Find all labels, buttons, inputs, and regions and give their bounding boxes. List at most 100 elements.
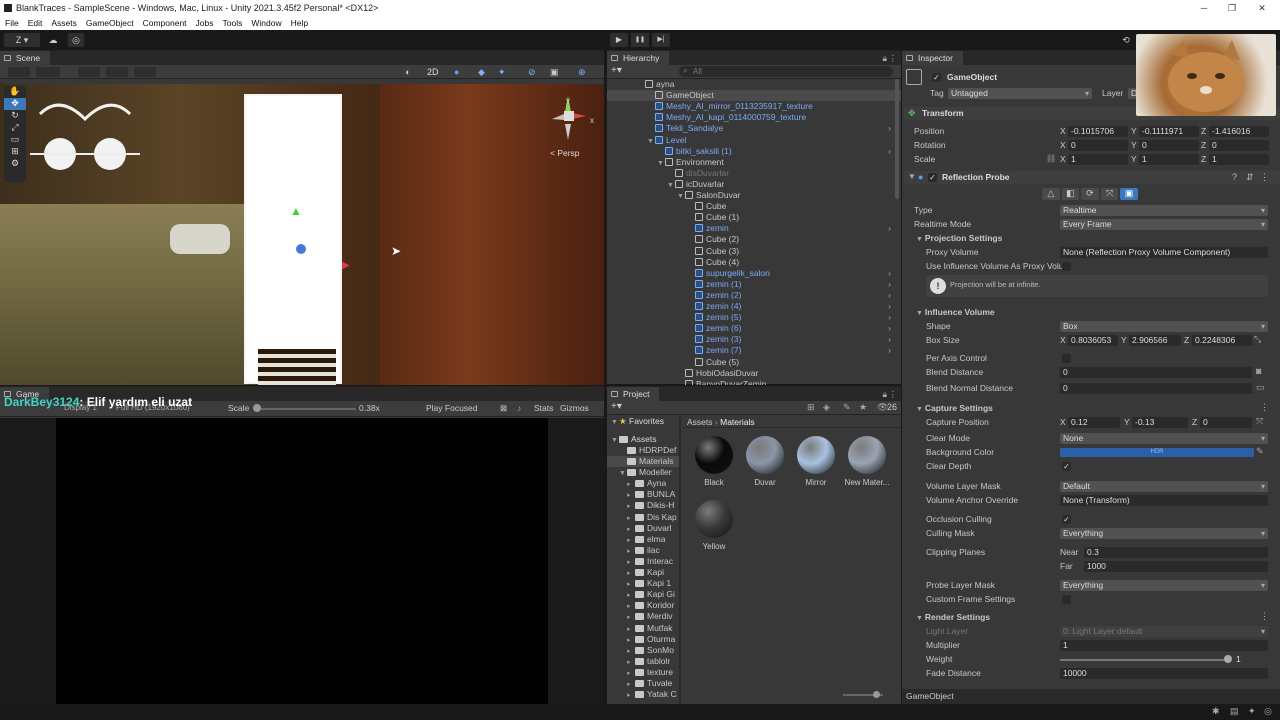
- box-size-x[interactable]: 0.8036053: [1068, 335, 1118, 346]
- weight-value[interactable]: 1: [1236, 653, 1241, 665]
- folder-arrow-icon[interactable]: ▸: [627, 624, 635, 635]
- hierarchy-row[interactable]: zemin (5) ›: [607, 312, 901, 323]
- folder-arrow-icon[interactable]: ▼: [619, 468, 627, 479]
- hierarchy-row[interactable]: Cube: [607, 201, 901, 212]
- play-focused-dropdown[interactable]: Play Focused: [426, 403, 478, 413]
- stats-button[interactable]: Stats: [534, 403, 553, 413]
- proxy-volume-field[interactable]: None (Reflection Proxy Volume Component): [1060, 247, 1268, 258]
- status-progress-icon[interactable]: ▤: [1230, 706, 1239, 717]
- hierarchy-row[interactable]: ▼ Environment: [607, 157, 901, 168]
- position-x[interactable]: -0.1015706: [1068, 126, 1128, 137]
- menu-component[interactable]: Component: [138, 16, 191, 30]
- render-mode-dropdown[interactable]: [36, 67, 60, 77]
- open-prefab-icon[interactable]: ›: [888, 146, 891, 157]
- project-folder-item[interactable]: ▸ Kapi Gi: [607, 589, 679, 600]
- lock-icon[interactable]: 🔒︎: [882, 51, 887, 65]
- project-folder-item[interactable]: ▸ Tuvale: [607, 678, 679, 689]
- favorite-icon[interactable]: ★: [859, 402, 867, 413]
- scale-slider-thumb[interactable]: [253, 404, 261, 412]
- position-y[interactable]: -0.1111971: [1139, 126, 1199, 137]
- capture-menu-icon[interactable]: ⋮: [1260, 402, 1269, 413]
- rotate-tool-icon[interactable]: ↻: [4, 110, 26, 122]
- light-layer-dropdown[interactable]: 0: Light Layer default: [1060, 626, 1268, 637]
- effects-icon[interactable]: ✦: [498, 67, 512, 77]
- open-prefab-icon[interactable]: ›: [888, 223, 891, 234]
- cloud-icon[interactable]: ☁: [46, 33, 60, 47]
- projection-settings-header[interactable]: ▼ Projection Settings: [916, 232, 1002, 246]
- blend-normal-edit-icon[interactable]: ▭: [1256, 382, 1265, 393]
- rotation-z[interactable]: 0: [1209, 140, 1269, 151]
- shape-dropdown[interactable]: Box: [1060, 321, 1268, 332]
- minimize-button[interactable]: ─: [1192, 0, 1216, 16]
- 2d-toggle[interactable]: 2D: [427, 67, 445, 77]
- menu-window[interactable]: Window: [246, 16, 285, 30]
- folder-arrow-icon[interactable]: ▸: [627, 635, 635, 646]
- material-thumbnail[interactable]: [797, 436, 835, 474]
- status-debug-icon[interactable]: ✱: [1212, 706, 1220, 717]
- open-prefab-icon[interactable]: ›: [888, 301, 891, 312]
- custom-tool-icon[interactable]: ⚙: [4, 158, 26, 170]
- clear-mode-dropdown[interactable]: None: [1060, 433, 1268, 444]
- capture-x[interactable]: 0.12: [1068, 417, 1120, 428]
- move-x-handle[interactable]: ▶: [342, 260, 352, 271]
- volume-layer-mask-dropdown[interactable]: Default: [1060, 481, 1268, 492]
- move-center-handle[interactable]: [296, 244, 306, 254]
- open-prefab-icon[interactable]: ›: [888, 290, 891, 301]
- capture-edit-icon[interactable]: ⤧: [1256, 416, 1263, 427]
- material-thumbnail[interactable]: [746, 436, 784, 474]
- hierarchy-scrollbar[interactable]: [895, 79, 899, 199]
- project-folder-item[interactable]: ▸ Merdiv: [607, 611, 679, 622]
- project-folder-item[interactable]: ▸ Ayna: [607, 478, 679, 489]
- culling-mask-dropdown[interactable]: Everything: [1060, 528, 1268, 539]
- open-prefab-icon[interactable]: ›: [888, 334, 891, 345]
- clear-depth-checkbox[interactable]: ✓: [1062, 462, 1071, 471]
- edit-capture-icon[interactable]: ⤧: [1100, 188, 1119, 200]
- type-dropdown[interactable]: Realtime: [1060, 205, 1268, 216]
- menu-file[interactable]: File: [0, 16, 23, 30]
- gizmos-icon[interactable]: ⊕: [578, 67, 598, 77]
- mute-icon[interactable]: ⊠: [500, 403, 507, 414]
- audio-toggle-icon[interactable]: ♪: [517, 403, 521, 413]
- render-menu-icon[interactable]: ⋮: [1260, 611, 1269, 622]
- project-folder-item[interactable]: ▸ Oturma: [607, 634, 679, 645]
- transform-tool-icon[interactable]: ⊞: [4, 146, 26, 158]
- probe-enabled-checkbox[interactable]: ✓: [928, 173, 937, 182]
- capture-z[interactable]: 0: [1200, 417, 1252, 428]
- hierarchy-row[interactable]: zemin ›: [607, 223, 901, 234]
- position-z[interactable]: -1.416016: [1209, 126, 1269, 137]
- project-folder-item[interactable]: ▸ Yatak C: [607, 689, 679, 700]
- project-folder-item[interactable]: ▸ Mutfak: [607, 623, 679, 634]
- draw-mode-dropdown[interactable]: [8, 67, 30, 77]
- perspective-label[interactable]: < Persp: [550, 148, 580, 158]
- hierarchy-row[interactable]: Meshy_AI_kapi_0114000759_texture: [607, 112, 901, 123]
- play-button[interactable]: ▶: [610, 33, 628, 47]
- close-button[interactable]: ✕: [1250, 0, 1274, 16]
- menu-assets[interactable]: Assets: [46, 16, 81, 30]
- icon-size-thumb[interactable]: [873, 691, 880, 698]
- hierarchy-row[interactable]: zemin (6) ›: [607, 323, 901, 334]
- multiplier-field[interactable]: 1: [1060, 640, 1268, 651]
- hierarchy-row[interactable]: disDuvarlar: [607, 168, 901, 179]
- favorites-label[interactable]: Favorites: [629, 416, 664, 426]
- hierarchy-row[interactable]: Meshy_AI_mirror_0113235917_texture: [607, 101, 901, 112]
- capture-settings-header[interactable]: ▼ Capture Settings: [916, 402, 993, 416]
- material-thumbnail[interactable]: [695, 500, 733, 538]
- open-prefab-icon[interactable]: ›: [888, 279, 891, 290]
- project-folder-item[interactable]: ▸ SonMo: [607, 645, 679, 656]
- constrain-proportions-icon[interactable]: ⛓: [1046, 154, 1056, 163]
- kebab-menu-icon[interactable]: ⋮: [889, 51, 898, 65]
- project-folder-item[interactable]: ▸ tablolr: [607, 656, 679, 667]
- hierarchy-row[interactable]: HobiOdasiDuvar: [607, 368, 901, 379]
- help-icon[interactable]: ?: [1232, 172, 1237, 182]
- project-folder-item[interactable]: ▼ Modeller: [607, 467, 679, 478]
- project-folder-item[interactable]: ▸ elma: [607, 534, 679, 545]
- eyedropper-icon[interactable]: ✎: [1256, 446, 1264, 457]
- use-influence-checkbox[interactable]: [1062, 262, 1071, 271]
- influence-volume-header[interactable]: ▼ Influence Volume: [916, 306, 995, 320]
- hidden-objects-icon[interactable]: ⊘: [528, 67, 542, 77]
- hierarchy-row[interactable]: Cube (4): [607, 257, 901, 268]
- background-color-swatch[interactable]: HDR: [1060, 448, 1254, 457]
- breadcrumb-assets[interactable]: Assets: [687, 417, 713, 427]
- hierarchy-row[interactable]: Cube (1): [607, 212, 901, 223]
- snap-icon[interactable]: [106, 67, 128, 77]
